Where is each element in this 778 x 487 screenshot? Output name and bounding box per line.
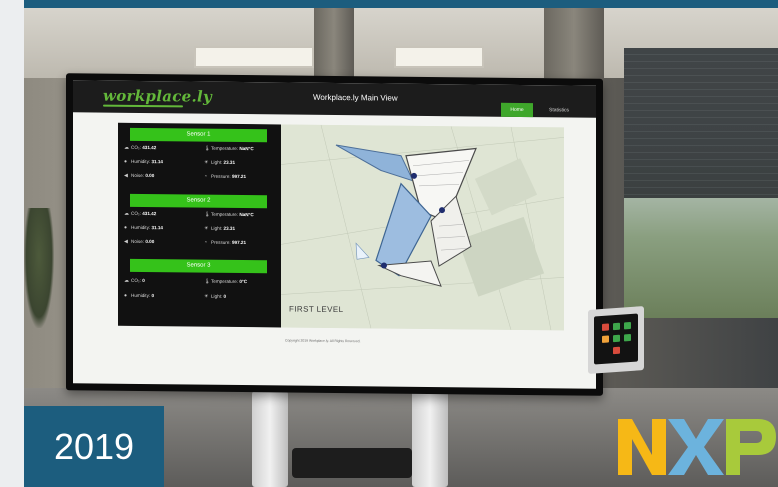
stand-leg xyxy=(412,391,448,487)
floor-label: FIRST LEVEL xyxy=(289,304,344,315)
wall-tablet xyxy=(588,306,644,374)
sensor-2-co2: ☁ CO₂: 431.42 xyxy=(124,210,157,217)
cloud-icon: ☁ xyxy=(124,210,129,217)
tablet-screen xyxy=(594,313,638,365)
stand-leg xyxy=(252,391,288,487)
sensor-3-temperature: 🌡Temperature: 0°C xyxy=(204,278,248,285)
app-header: workplace.ly Workplace.ly Main View Home… xyxy=(73,80,596,118)
thermometer-icon: 🌡 xyxy=(204,211,211,218)
sun-icon: ☀ xyxy=(204,159,209,166)
plant xyxy=(24,208,54,328)
sensor-3-light: ☀ Light: 0 xyxy=(204,293,227,300)
app-logo[interactable]: workplace.ly xyxy=(103,87,212,106)
cloud-icon: ☁ xyxy=(124,277,129,284)
nav-home-tab[interactable]: Home xyxy=(501,102,533,118)
tablet-button[interactable] xyxy=(624,321,631,330)
tablet-button[interactable] xyxy=(624,333,631,342)
sensor-1-light: ☀ Light: 23.31 xyxy=(204,159,236,166)
sensor-1-co2: ☁ CO₂: 431.42 xyxy=(124,144,157,151)
logo-swoosh xyxy=(103,104,183,108)
top-frame-bar xyxy=(0,0,778,8)
floor-plan-drawing xyxy=(281,124,564,331)
sensor-3-humidity: ● Humidity: 0 xyxy=(124,292,154,299)
sensor-2-light: ☀ Light: 23.31 xyxy=(204,225,236,232)
sensor-2-temperature: 🌡Temperature: NaN°C xyxy=(204,211,254,218)
tablet-button[interactable] xyxy=(602,335,609,343)
sensor-3-co2: ☁ CO₂: 0 xyxy=(124,277,145,284)
sun-icon: ☀ xyxy=(204,293,209,300)
thermometer-icon: 🌡 xyxy=(204,145,211,152)
tv-display: workplace.ly Workplace.ly Main View Home… xyxy=(66,73,603,396)
year-label: 2019 xyxy=(53,426,135,467)
window-blind xyxy=(624,48,778,198)
droplet-icon: ● xyxy=(124,224,128,231)
speaker-icon: ◀ xyxy=(124,238,128,245)
sensor-2-humidity: ● Humidity: 31.14 xyxy=(124,224,163,231)
year-badge: 2019 xyxy=(24,406,164,487)
sensor-1-title[interactable]: Sensor 1 xyxy=(130,127,267,143)
tablet-button[interactable] xyxy=(613,322,620,331)
page-title: Workplace.ly Main View xyxy=(313,92,398,103)
sensor-2-pressure: ◔ Pressure: 997.21 xyxy=(204,239,247,246)
gauge-icon: ◔ xyxy=(204,239,208,246)
left-margin xyxy=(0,0,24,487)
sensor-1-temperature: 🌡Temperature: NaN°C xyxy=(204,145,254,152)
nxp-logo xyxy=(618,419,776,475)
sensor-3-title[interactable]: Sensor 3 xyxy=(130,258,267,274)
ceiling-lamp xyxy=(194,46,314,68)
speaker-icon: ◀ xyxy=(124,172,128,179)
copyright-footer: Copyright 2019 Workplace.ly. All Rights … xyxy=(285,338,361,344)
droplet-icon: ● xyxy=(124,292,128,299)
tablet-button[interactable] xyxy=(613,334,620,343)
floor-plan-map[interactable]: FIRST LEVEL xyxy=(281,124,564,331)
gauge-icon: ◔ xyxy=(204,173,208,180)
dashboard-screen: workplace.ly Workplace.ly Main View Home… xyxy=(73,80,596,389)
sun-icon: ☀ xyxy=(204,225,209,232)
tablet-button[interactable] xyxy=(613,346,620,355)
sensor-2-title[interactable]: Sensor 2 xyxy=(130,193,267,209)
sensor-1-noise: ◀ Noise: 0.00 xyxy=(124,172,155,179)
sensor-1-pressure: ◔ Pressure: 997.21 xyxy=(204,173,247,180)
sensor-2-noise: ◀ Noise: 0.00 xyxy=(124,238,155,245)
thermometer-icon: 🌡 xyxy=(204,278,211,285)
tablet-button[interactable] xyxy=(602,323,609,331)
sensor-1-humidity: ● Humidity: 31.14 xyxy=(124,158,163,165)
droplet-icon: ● xyxy=(124,158,128,165)
ceiling-lamp xyxy=(394,46,484,68)
cloud-icon: ☁ xyxy=(124,144,129,151)
nav-statistics-tab[interactable]: Statistics xyxy=(539,103,579,117)
sensor-panel: Sensor 1 ☁ CO₂: 431.42 🌡Temperature: NaN°… xyxy=(118,122,281,328)
stand-base xyxy=(292,448,412,478)
